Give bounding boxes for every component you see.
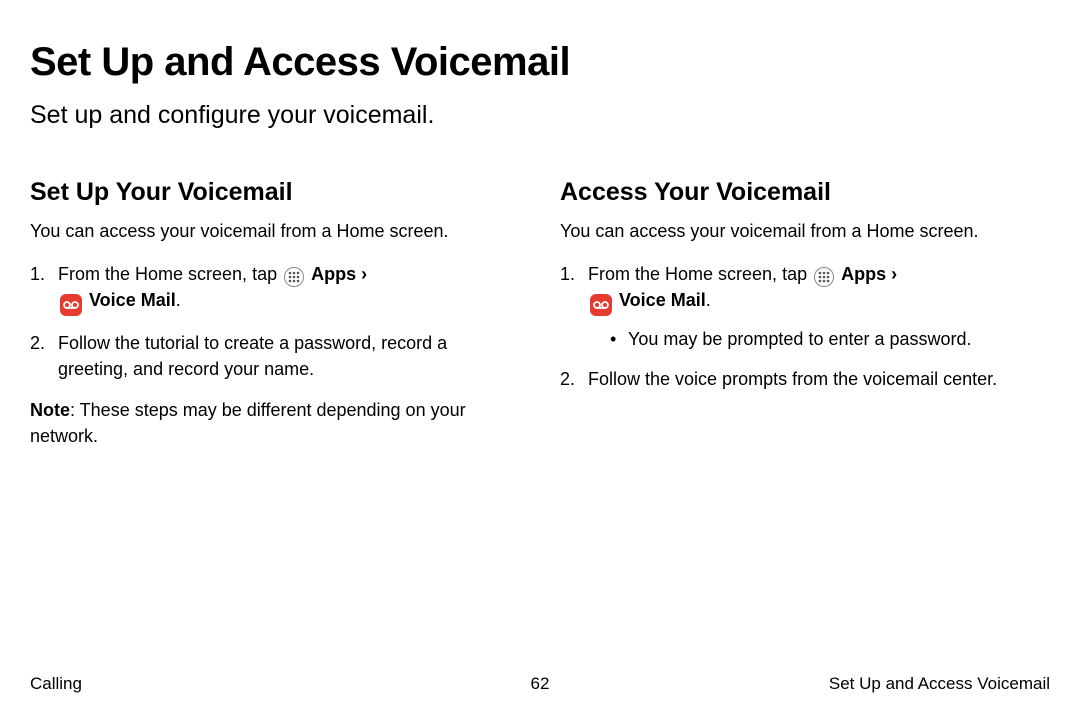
- note-bold: Note: [30, 400, 70, 420]
- right-column: Access Your Voicemail You can access you…: [560, 178, 1050, 449]
- left-step-1: From the Home screen, tap Apps ›: [30, 261, 520, 316]
- apps-label: Apps: [311, 264, 356, 284]
- right-sub-bullets: You may be prompted to enter a password.: [588, 326, 1050, 352]
- period: .: [176, 290, 181, 310]
- footer-page-number: 62: [531, 674, 550, 694]
- note-text: Note: These steps may be different depen…: [30, 397, 520, 449]
- left-column: Set Up Your Voicemail You can access you…: [30, 178, 520, 449]
- apps-icon: [284, 267, 304, 287]
- right-steps: From the Home screen, tap Apps ›: [560, 261, 1050, 392]
- page-title: Set Up and Access Voicemail: [30, 40, 1050, 85]
- content-columns: Set Up Your Voicemail You can access you…: [30, 178, 1050, 449]
- footer-left: Calling: [30, 674, 82, 694]
- left-step-2: Follow the tutorial to create a password…: [30, 330, 520, 382]
- apps-icon: [814, 267, 834, 287]
- right-intro: You can access your voicemail from a Hom…: [560, 219, 1050, 243]
- page-subtitle: Set up and configure your voicemail.: [30, 101, 1050, 130]
- voicemail-icon: [590, 294, 612, 316]
- period: .: [706, 290, 711, 310]
- voicemail-label: Voice Mail: [619, 290, 706, 310]
- chevron-right-icon: ›: [361, 264, 367, 284]
- right-step-1: From the Home screen, tap Apps ›: [560, 261, 1050, 352]
- step1-pretext: From the Home screen, tap: [58, 264, 282, 284]
- page-footer: Calling 62 Set Up and Access Voicemail: [30, 674, 1050, 694]
- apps-label: Apps: [841, 264, 886, 284]
- left-heading: Set Up Your Voicemail: [30, 178, 520, 207]
- voicemail-icon: [60, 294, 82, 316]
- chevron-right-icon: ›: [891, 264, 897, 284]
- note-rest: : These steps may be different depending…: [30, 400, 466, 446]
- left-intro: You can access your voicemail from a Hom…: [30, 219, 520, 243]
- voicemail-label: Voice Mail: [89, 290, 176, 310]
- left-steps: From the Home screen, tap Apps ›: [30, 261, 520, 382]
- right-heading: Access Your Voicemail: [560, 178, 1050, 207]
- right-step-2: Follow the voice prompts from the voicem…: [560, 366, 1050, 392]
- step1-pretext: From the Home screen, tap: [588, 264, 812, 284]
- footer-right: Set Up and Access Voicemail: [829, 674, 1050, 694]
- right-bullet-1: You may be prompted to enter a password.: [610, 326, 1050, 352]
